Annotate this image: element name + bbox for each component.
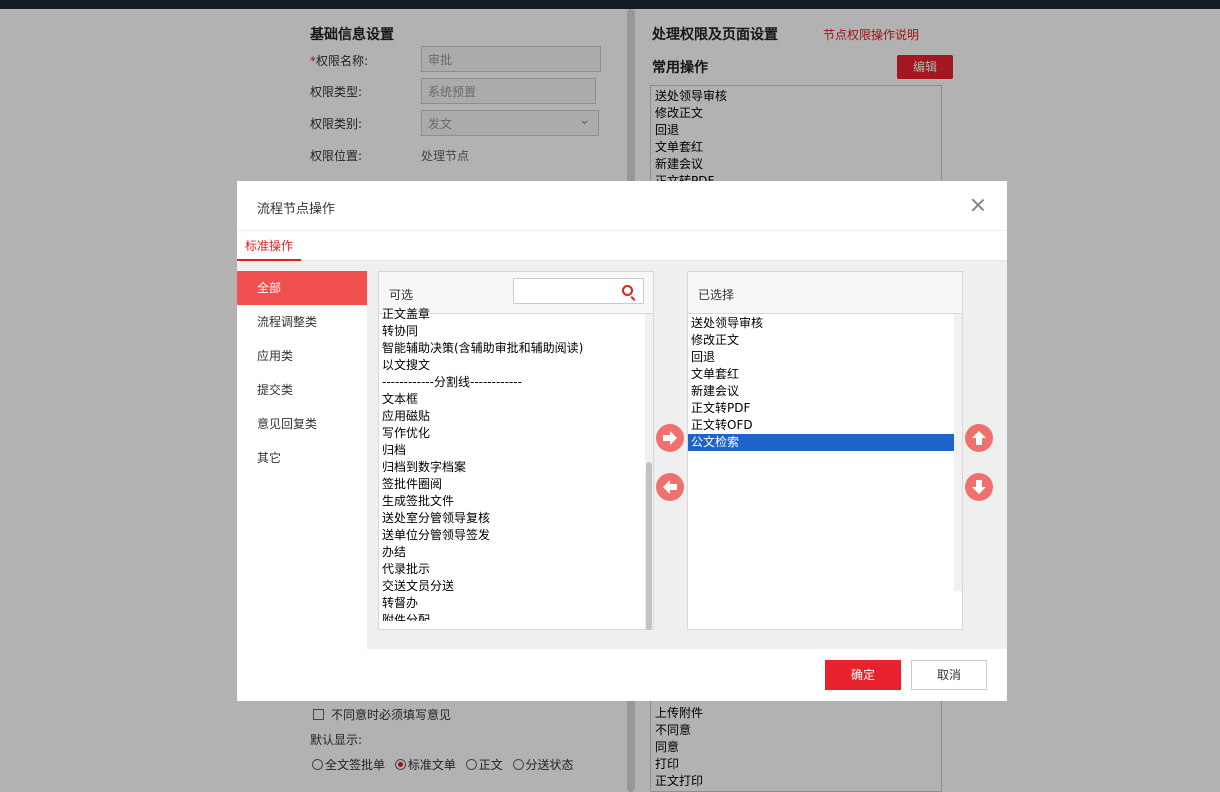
list-item[interactable]: 代录批示 <box>379 561 653 578</box>
list-item-selected[interactable]: 公文检索 <box>688 434 954 451</box>
list-item[interactable]: 文单套红 <box>688 366 962 383</box>
list-item[interactable]: 文本框 <box>379 391 653 408</box>
list-item[interactable]: 回退 <box>688 349 962 366</box>
selected-ops-header: 已选择 <box>688 272 962 314</box>
confirm-button[interactable]: 确定 <box>825 660 901 690</box>
category-list: 全部 流程调整类 应用类 提交类 意见回复类 其它 <box>237 271 367 649</box>
arrow-down-icon <box>972 480 986 494</box>
list-item[interactable]: 送处领导审核 <box>688 315 962 332</box>
list-item[interactable]: 转协同 <box>379 323 653 340</box>
list-item[interactable]: 附件分配 <box>379 612 653 621</box>
list-item[interactable]: 应用磁贴 <box>379 408 653 425</box>
selected-ops-title: 已选择 <box>698 288 735 302</box>
list-item[interactable]: 送处室分管领导复核 <box>379 510 653 527</box>
tab-standard-ops[interactable]: 标准操作 <box>237 231 302 261</box>
list-item[interactable]: 写作优化 <box>379 425 653 442</box>
list-item[interactable]: 归档 <box>379 442 653 459</box>
list-item[interactable]: 生成签批文件 <box>379 493 653 510</box>
list-item[interactable]: ------------分割线------------ <box>379 374 653 391</box>
arrow-left-icon <box>663 480 677 494</box>
move-right-button[interactable] <box>656 424 684 452</box>
list-item[interactable]: 正文转OFD <box>688 417 962 434</box>
category-all[interactable]: 全部 <box>237 271 367 305</box>
category-opinion-reply[interactable]: 意见回复类 <box>237 407 367 441</box>
list-item[interactable]: 办结 <box>379 544 653 561</box>
list-item[interactable]: 正文盖章 <box>379 306 653 323</box>
dialog-header: 流程节点操作 <box>237 181 1007 231</box>
arrow-right-icon <box>663 431 677 445</box>
list-item[interactable]: 正文转PDF <box>688 400 962 417</box>
list-item[interactable]: 新建会议 <box>688 383 962 400</box>
available-ops-pane: 可选 正文盖章 转协同 智能辅助决策(含辅助审批和辅助阅读) 以文搜文 ----… <box>378 271 654 630</box>
available-search-input[interactable] <box>513 278 644 304</box>
available-ops-title: 可选 <box>389 288 414 302</box>
dialog-content: 全部 流程调整类 应用类 提交类 意见回复类 其它 可选 正文盖章 转协同 智能… <box>237 261 1007 649</box>
close-icon[interactable] <box>969 196 987 214</box>
move-up-button[interactable] <box>965 424 993 452</box>
list-item[interactable]: 归档到数字档案 <box>379 459 653 476</box>
list-item[interactable]: 智能辅助决策(含辅助审批和辅助阅读) <box>379 340 653 357</box>
selected-ops-list[interactable]: 送处领导审核 修改正文 回退 文单套红 新建会议 正文转PDF 正文转OFD 公… <box>688 314 962 629</box>
dialog-title: 流程节点操作 <box>257 202 336 217</box>
list-item[interactable]: 以文搜文 <box>379 357 653 374</box>
list-item[interactable]: 签批件圈阅 <box>379 476 653 493</box>
search-icon[interactable] <box>622 285 633 296</box>
category-other[interactable]: 其它 <box>237 441 367 475</box>
list-item[interactable]: 修改正文 <box>688 332 962 349</box>
move-down-button[interactable] <box>965 473 993 501</box>
category-submit[interactable]: 提交类 <box>237 373 367 407</box>
dialog-tabs: 标准操作 <box>237 231 1007 261</box>
category-application[interactable]: 应用类 <box>237 339 367 373</box>
arrow-up-icon <box>972 431 986 445</box>
dialog-footer: 确定 取消 <box>237 649 1007 701</box>
cancel-button[interactable]: 取消 <box>911 660 987 690</box>
list-item[interactable]: 转督办 <box>379 595 653 612</box>
list-item[interactable]: 送单位分管领导签发 <box>379 527 653 544</box>
available-ops-list[interactable]: 正文盖章 转协同 智能辅助决策(含辅助审批和辅助阅读) 以文搜文 -------… <box>379 306 653 621</box>
flow-node-operation-dialog: 流程节点操作 标准操作 全部 流程调整类 应用类 提交类 意见回复类 其它 可选 <box>237 181 1007 701</box>
selected-ops-pane: 已选择 送处领导审核 修改正文 回退 文单套红 新建会议 正文转PDF 正文转O… <box>687 271 963 630</box>
move-left-button[interactable] <box>656 473 684 501</box>
list-item[interactable]: 交送文员分送 <box>379 578 653 595</box>
category-flow-adjust[interactable]: 流程调整类 <box>237 305 367 339</box>
